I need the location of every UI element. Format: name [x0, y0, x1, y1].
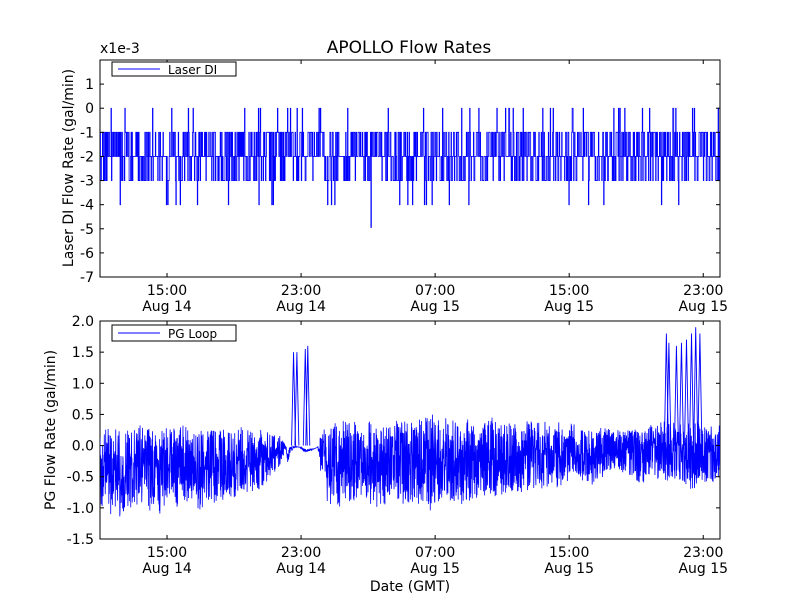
y-tick-label: 1.0: [72, 376, 94, 392]
y-tick-label: 0: [85, 101, 94, 117]
y-tick-label: -2: [80, 149, 94, 165]
x-tick-date-label: Aug 15: [678, 561, 728, 577]
y-tick-label: -3: [80, 174, 94, 190]
y-tick-label: -1.5: [67, 532, 94, 548]
y-tick-label: 1: [85, 77, 94, 93]
y-axis-label-bottom: PG Flow Rate (gal/min): [43, 350, 59, 510]
legend-bottom: PG Loop: [111, 324, 237, 342]
x-tick-time-label: 15:00: [147, 283, 187, 299]
legend-label-pg-loop: PG Loop: [168, 327, 217, 341]
legend-label-laser-di: Laser DI: [168, 63, 217, 77]
figure-title: APOLLO Flow Rates: [327, 38, 492, 58]
y-tick-label: -0.5: [67, 470, 94, 486]
axes-frame-bottom: [99, 320, 721, 540]
x-tick-date-label: Aug 15: [410, 561, 460, 577]
x-tick-date-label: Aug 14: [276, 299, 326, 315]
x-tick-time-label: 07:00: [415, 545, 455, 561]
y-tick-label: -6: [80, 246, 94, 262]
x-tick-time-label: 23:00: [281, 283, 321, 299]
x-tick-date-label: Aug 14: [142, 299, 192, 315]
panel-laser-di: -7-6-5-4-3-2-101 15:00Aug 1423:00Aug 140…: [61, 41, 728, 315]
x-tick-time-label: 23:00: [683, 545, 723, 561]
y-tick-label: 0.5: [72, 407, 94, 423]
y-tick-label: -1: [80, 125, 94, 141]
x-tick-date-label: Aug 14: [276, 561, 326, 577]
x-tick-time-label: 23:00: [281, 545, 321, 561]
y-tick-label: 1.5: [72, 345, 94, 361]
y-tick-label: 2.0: [72, 314, 94, 330]
x-tick-date-label: Aug 15: [544, 299, 594, 315]
x-tick-date-label: Aug 15: [678, 299, 728, 315]
x-tick-date-label: Aug 14: [142, 561, 192, 577]
offset-text-top: x1e-3: [100, 41, 140, 57]
x-tick-time-label: 15:00: [549, 545, 589, 561]
y-tick-label: -1.0: [67, 501, 94, 517]
y-tick-label: -4: [80, 198, 94, 214]
panel-pg-loop: -1.5-1.0-0.50.00.51.01.52.0 15:00Aug 142…: [43, 314, 728, 577]
x-tick-time-label: 07:00: [415, 283, 455, 299]
legend-top: Laser DI: [111, 61, 237, 77]
y-tick-label: -5: [80, 222, 94, 238]
x-axis-label: Date (GMT): [370, 579, 450, 595]
x-tick-time-label: 23:00: [683, 283, 723, 299]
x-tick-date-label: Aug 15: [544, 561, 594, 577]
figure: APOLLO Flow Rates -7 -6 -5 -4 -3 -2 -1 0 1 15:00…: [0, 0, 800, 600]
y-tick-label: -7: [80, 270, 94, 286]
x-tick-time-label: 15:00: [549, 283, 589, 299]
y-tick-label: 0.0: [72, 439, 94, 455]
x-tick-date-label: Aug 15: [410, 299, 460, 315]
y-axis-label-top: Laser DI Flow Rate (gal/min): [61, 69, 77, 267]
x-tick-time-label: 15:00: [147, 545, 187, 561]
